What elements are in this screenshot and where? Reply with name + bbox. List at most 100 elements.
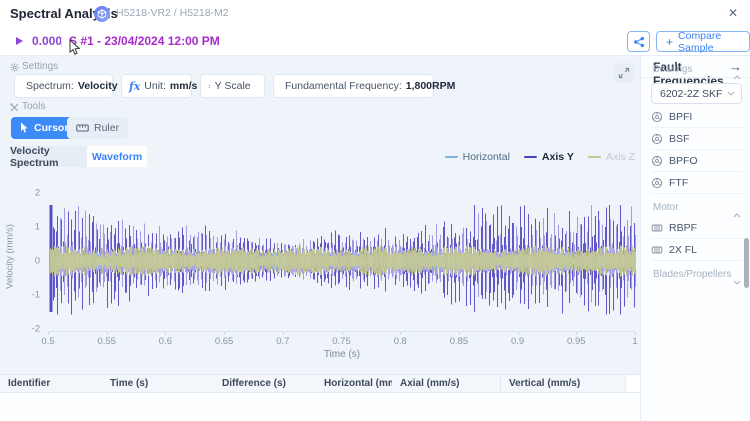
- x-tick-mark: [517, 332, 519, 335]
- fault-frequency-label: RBPF: [669, 221, 698, 234]
- x-tick-mark: [576, 332, 578, 335]
- tab-velocity-spectrum[interactable]: Velocity Spectrum: [10, 145, 87, 169]
- bearing-model-dropdown[interactable]: 6202-2Z SKF: [651, 83, 742, 104]
- section-header-bearings[interactable]: Bearings: [641, 62, 750, 80]
- fault-frequency-item-rbpf[interactable]: RBPF: [651, 217, 742, 239]
- plus-icon: +: [666, 34, 674, 49]
- legend-item-horizontal[interactable]: Horizontal: [444, 151, 510, 163]
- legend-item-axis-z[interactable]: Axis Z: [587, 151, 635, 163]
- x-tick-mark: [282, 332, 284, 335]
- legend-label: Horizontal: [462, 151, 510, 163]
- chevron-up-icon: [733, 75, 741, 80]
- section-name: Motor: [653, 202, 679, 213]
- legend-swatch: [523, 156, 537, 158]
- fullscreen-button[interactable]: [614, 63, 634, 83]
- compare-sample-label: Compare Sample: [678, 29, 722, 54]
- fault-frequency-label: BSF: [669, 132, 690, 145]
- waveform-plot[interactable]: [48, 188, 636, 333]
- x-tick-label: 0.75: [332, 336, 351, 347]
- chevron-down-icon: [727, 91, 735, 96]
- unit-prefix: Unit:: [144, 80, 166, 92]
- column-header-identifier: Identifier: [8, 378, 51, 389]
- x-tick-mark: [635, 332, 636, 335]
- x-tick-label: 0.6: [158, 336, 172, 347]
- x-tick-label: 0.5: [41, 336, 55, 347]
- bearing-icon: [651, 111, 663, 122]
- x-tick-label: 0.95: [567, 336, 586, 347]
- page-scrollbar-thumb[interactable]: [744, 238, 749, 288]
- y-scale-label: Y Scale: [214, 80, 251, 92]
- asset-cube-icon: [94, 6, 110, 22]
- column-header-time-s-: Time (s): [110, 378, 149, 389]
- share-button[interactable]: [627, 31, 650, 52]
- fault-frequency-label: 2X FL: [669, 243, 698, 256]
- chevron-down-icon: [254, 85, 257, 87]
- y-scale-dropdown[interactable]: Y Scale: [200, 74, 265, 98]
- y-tick-label: -1: [31, 289, 40, 301]
- y-scale-icon: [208, 84, 211, 88]
- x-tick-label: 0.7: [276, 336, 290, 347]
- column-header-vertical-mm-s-: Vertical (mm/s): [500, 375, 625, 392]
- legend-swatch: [444, 156, 458, 158]
- unit-dropdown[interactable]: fx Unit: mm/s: [121, 74, 197, 98]
- x-tick-label: 0.55: [97, 336, 116, 347]
- column-header-difference-s-: Difference (s): [222, 378, 286, 389]
- tools-label: Tools: [22, 101, 46, 112]
- fault-frequency-item-2x-fl[interactable]: 2X FL: [651, 239, 742, 261]
- motor-icon: [651, 224, 663, 231]
- tab-waveform[interactable]: Waveform: [87, 146, 147, 167]
- fault-frequency-item-ftf[interactable]: FTF: [651, 172, 742, 194]
- y-axis-title: Velocity (mm/s): [4, 224, 16, 289]
- x-tick-label: 0.9: [510, 336, 525, 347]
- spectrum-value: Velocity: [77, 80, 118, 92]
- close-icon[interactable]: ✕: [728, 6, 738, 20]
- expand-icon: [618, 67, 630, 79]
- section-header-motor[interactable]: Motor: [641, 200, 750, 218]
- x-tick-label: 0.8: [393, 336, 407, 347]
- legend-item-axis-y[interactable]: Axis Y: [523, 151, 574, 163]
- fault-frequency-item-bsf[interactable]: BSF: [651, 128, 742, 150]
- share-icon: [633, 36, 644, 47]
- play-icon[interactable]: [16, 37, 23, 45]
- sample-selector[interactable]: S #1 - 23/04/2024 12:00 PM: [69, 27, 220, 55]
- column-header-axial-mm-s-: Axial (mm/s): [400, 378, 460, 389]
- y-tick-label: 1: [34, 221, 40, 233]
- legend-label: Axis Y: [541, 151, 574, 163]
- chevron-down-icon: [733, 280, 741, 285]
- y-tick-label: 2: [34, 187, 40, 199]
- ruler-tool-button[interactable]: Ruler: [67, 117, 129, 139]
- gear-icon: [10, 63, 19, 72]
- fundamental-frequency-dropdown[interactable]: Fundamental Frequency: 1,800RPM: [273, 74, 455, 98]
- fault-frequency-label: FTF: [669, 176, 689, 189]
- playback-time-value: 0.000: [32, 34, 63, 48]
- legend-label: Axis Z: [605, 151, 635, 163]
- unit-value: mm/s: [169, 80, 198, 92]
- x-tick-mark: [458, 332, 460, 335]
- spectrum-dropdown[interactable]: Spectrum: Velocity: [14, 74, 118, 98]
- x-tick-mark: [165, 332, 167, 335]
- x-tick-mark: [48, 332, 49, 335]
- tools-icon: [10, 103, 19, 112]
- x-axis-title: Time (s): [323, 349, 361, 360]
- section-header-blades-propellers[interactable]: Blades/Propellers: [641, 267, 750, 285]
- compare-sample-button[interactable]: + Compare Sample: [656, 29, 750, 54]
- fault-frequency-item-bpfi[interactable]: BPFI: [651, 106, 742, 128]
- fault-frequency-item-bpfo[interactable]: BPFO: [651, 150, 742, 172]
- cursor-icon: [21, 122, 28, 133]
- legend-swatch: [587, 156, 601, 158]
- section-name: Blades/Propellers: [653, 269, 732, 280]
- sample-toolbar: 0.000 S #1 - 23/04/2024 12:00 PM + Compa…: [0, 27, 750, 56]
- chart-panel: Settings Spectrum: Velocity fx Unit: mm/s …: [0, 56, 640, 421]
- bearing-icon: [651, 133, 663, 144]
- bearing-icon: [651, 177, 663, 188]
- device-breadcrumb: H5218-VR2 / H5218-M2: [116, 7, 229, 19]
- spectral-analysis-window: Spectral Analysis H5218-VR2 / H5218-M2 ✕…: [0, 0, 750, 421]
- chart-legend: Horizontal Axis Y Axis Z: [444, 151, 635, 163]
- bearing-icon: [651, 155, 663, 166]
- x-tick-label: 0.85: [449, 336, 469, 347]
- window-header: Spectral Analysis H5218-VR2 / H5218-M2 ✕: [0, 0, 750, 27]
- results-table-header: Identifier Time (s) Difference (s) Horizont…: [0, 374, 640, 393]
- x-tick-mark: [341, 332, 343, 335]
- settings-label: Settings: [22, 61, 59, 72]
- toolbar-divider: [61, 35, 62, 48]
